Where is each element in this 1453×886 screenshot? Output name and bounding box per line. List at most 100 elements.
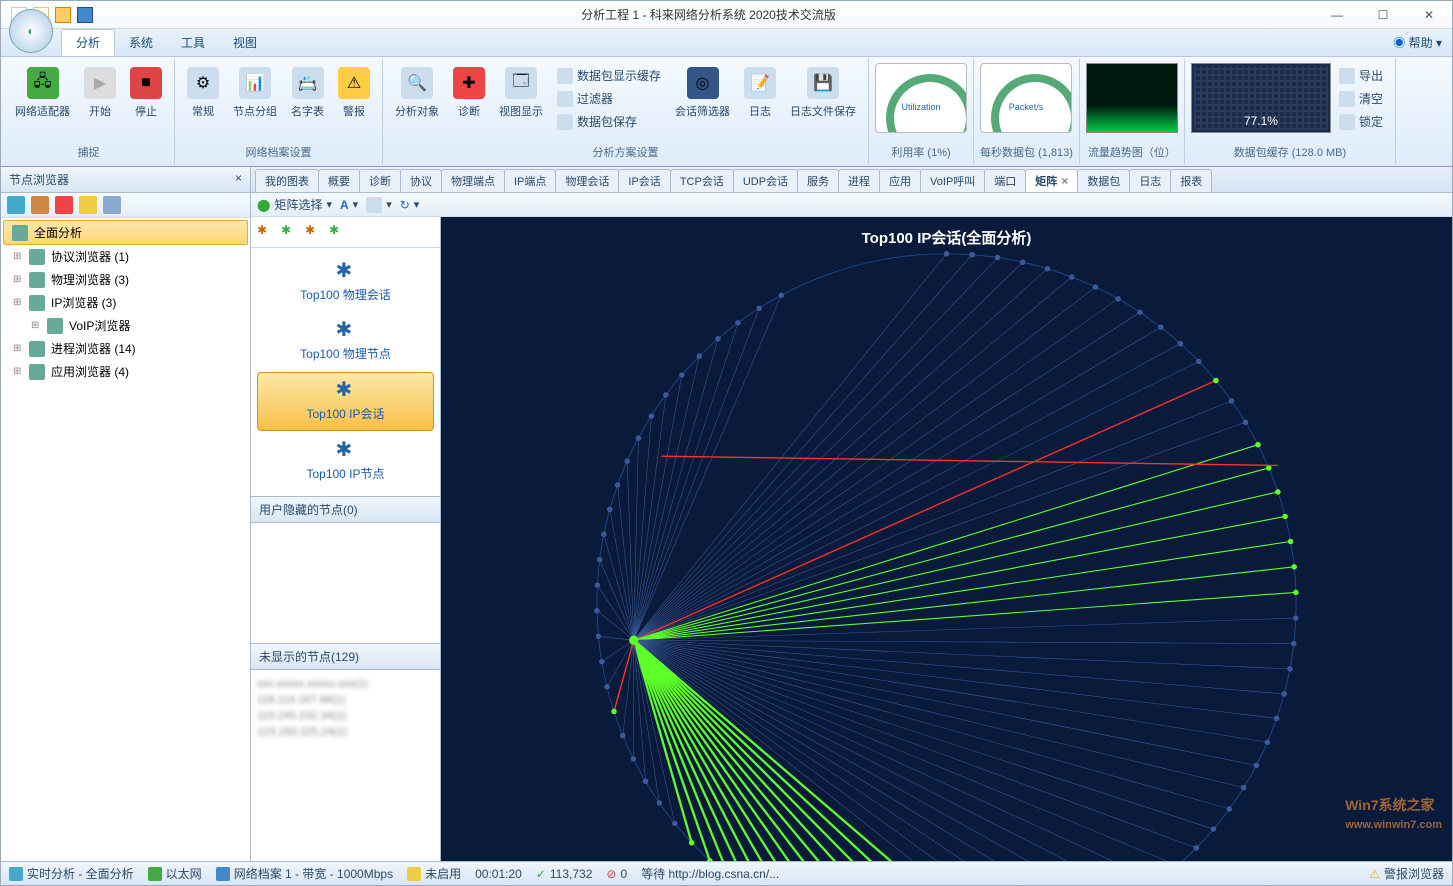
tree-node-3[interactable]: ⊞IP浏览器 (3) (3, 291, 248, 314)
status-alarm[interactable]: ⚠警报浏览器 (1369, 865, 1444, 882)
tb-icon-1[interactable] (7, 196, 25, 214)
tree-node-2[interactable]: ⊞物理浏览器 (3) (3, 268, 248, 291)
tb-icon-3[interactable] (55, 196, 73, 214)
log-save-button[interactable]: 💾日志文件保存 (784, 63, 862, 142)
tab-2[interactable]: 诊断 (359, 169, 401, 192)
tab-11[interactable]: 进程 (838, 169, 880, 192)
clear-button[interactable]: 清空 (1335, 88, 1387, 109)
tab-6[interactable]: 物理会话 (555, 169, 619, 192)
font-button[interactable]: A▾ (340, 198, 358, 212)
tree-node-4[interactable]: ⊞VoIP浏览器 (3, 314, 248, 337)
ribbon-group-profile: 网络档案设置 (181, 142, 376, 160)
sidebar-close-icon[interactable]: × (235, 171, 242, 188)
stop-button[interactable]: ■停止 (124, 63, 168, 142)
help-link[interactable]: ◉ 帮助 ▾ (1393, 34, 1452, 51)
tool-button[interactable]: ▾ (366, 197, 392, 213)
mnav-icon-4[interactable]: ✱ (329, 223, 347, 241)
status-realtime[interactable]: 实时分析 - 全面分析 (9, 865, 134, 882)
ribbon-group-scheme: 分析方案设置 (389, 142, 862, 160)
tab-1[interactable]: 概要 (318, 169, 360, 192)
tab-9[interactable]: UDP会话 (733, 169, 798, 192)
matrix-visualization[interactable]: Top100 IP会话(全面分析) Win7系统之家www.winwin7.co… (441, 217, 1452, 861)
tab-14[interactable]: 端口 (984, 169, 1026, 192)
general-button[interactable]: ⚙常规 (181, 63, 225, 142)
sidebar: 节点浏览器× 全面分析⊞协议浏览器 (1)⊞物理浏览器 (3)⊞IP浏览器 (3… (1, 167, 251, 861)
qa-folder-icon[interactable] (55, 7, 71, 23)
refresh-button[interactable]: ↻▾ (400, 198, 420, 212)
status-timer: 00:01:20 (475, 867, 522, 881)
tab-17[interactable]: 日志 (1129, 169, 1171, 192)
tab-8[interactable]: TCP会话 (670, 169, 734, 192)
traffic-chart[interactable] (1086, 63, 1178, 133)
analysis-object-button[interactable]: 🔍分析对象 (389, 63, 445, 142)
gauge-util-label: 利用率 (1%) (875, 142, 967, 160)
hidden-nodes-header[interactable]: 用户隐藏的节点(0) (251, 497, 440, 523)
status-profile[interactable]: 网络档案 1 - 带宽 - 1000Mbps (216, 865, 393, 882)
menu-tab-tools[interactable]: 工具 (167, 30, 219, 55)
filter-button[interactable]: 过滤器 (553, 88, 665, 109)
tree-node-6[interactable]: ⊞应用浏览器 (4) (3, 360, 248, 383)
tb-icon-4[interactable] (79, 196, 97, 214)
packet-save-button[interactable]: 数据包保存 (553, 111, 665, 132)
matrix-item-3[interactable]: Top100 IP节点 (257, 433, 434, 490)
mnav-icon-3[interactable]: ✱ (305, 223, 323, 241)
tab-0[interactable]: 我的图表 (255, 169, 319, 192)
matrix-item-1[interactable]: Top100 物理节点 (257, 313, 434, 370)
tab-5[interactable]: IP端点 (504, 169, 556, 192)
status-filter[interactable]: 未启用 (407, 865, 461, 882)
log-button[interactable]: 📝日志 (738, 63, 782, 142)
tab-4[interactable]: 物理端点 (441, 169, 505, 192)
packets-gauge[interactable]: Packet/s (980, 63, 1072, 133)
session-filter-button[interactable]: ◎会话筛选器 (669, 63, 736, 142)
viz-title: Top100 IP会话(全面分析) (441, 227, 1452, 248)
matrix-item-0[interactable]: Top100 物理会话 (257, 254, 434, 311)
menu-tab-analysis[interactable]: 分析 (61, 29, 115, 56)
mnav-icon-1[interactable]: ✱ (257, 223, 275, 241)
matrix-select-button[interactable]: ⬤矩阵选择 ▾ (257, 196, 332, 213)
main-tabs: 我的图表概要诊断协议物理端点IP端点物理会话IP会话TCP会话UDP会话服务进程… (251, 167, 1452, 193)
utilization-gauge[interactable]: Utilization (875, 63, 967, 133)
lock-button[interactable]: 锁定 (1335, 111, 1387, 132)
tree-node-5[interactable]: ⊞进程浏览器 (14) (3, 337, 248, 360)
sub-toolbar: ⬤矩阵选择 ▾ A▾ ▾ ↻▾ (251, 193, 1452, 217)
maximize-button[interactable]: ☐ (1360, 1, 1406, 29)
mnav-icon-2[interactable]: ✱ (281, 223, 299, 241)
statusbar: 实时分析 - 全面分析 以太网 网络档案 1 - 带宽 - 1000Mbps 未… (1, 861, 1452, 885)
buffer-meter[interactable]: 77.1% (1191, 63, 1331, 133)
menubar: ◐ 分析 系统 工具 视图 ◉ 帮助 ▾ (1, 29, 1452, 57)
app-logo-icon[interactable]: ◐ (9, 9, 53, 53)
menu-tab-view[interactable]: 视图 (219, 30, 271, 55)
nodegroup-button[interactable]: 📊节点分组 (227, 63, 283, 142)
view-display-button[interactable]: 🗔视图显示 (493, 63, 549, 142)
export-button[interactable]: 导出 (1335, 65, 1387, 86)
status-ethernet[interactable]: 以太网 (148, 865, 202, 882)
matrix-item-2[interactable]: Top100 IP会话 (257, 372, 434, 431)
tb-icon-2[interactable] (31, 196, 49, 214)
tab-18[interactable]: 报表 (1170, 169, 1212, 192)
tb-icon-5[interactable] (103, 196, 121, 214)
alarm-button[interactable]: ⚠警报 (332, 63, 376, 142)
tab-12[interactable]: 应用 (879, 169, 921, 192)
tab-16[interactable]: 数据包 (1077, 169, 1130, 192)
tab-15[interactable]: 矩阵× (1025, 169, 1078, 192)
tree-node-0[interactable]: 全面分析 (3, 220, 248, 245)
close-button[interactable]: ✕ (1406, 1, 1452, 29)
matrix-svg (441, 217, 1452, 861)
menu-tab-system[interactable]: 系统 (115, 30, 167, 55)
diagnosis-button[interactable]: ✚诊断 (447, 63, 491, 142)
start-button[interactable]: ▶开始 (78, 63, 122, 142)
adapter-button[interactable]: 🖧网络适配器 (9, 63, 76, 142)
tab-10[interactable]: 服务 (797, 169, 839, 192)
tree-node-1[interactable]: ⊞协议浏览器 (1) (3, 245, 248, 268)
tab-3[interactable]: 协议 (400, 169, 442, 192)
tab-13[interactable]: VoIP呼叫 (920, 169, 985, 192)
ribbon: 🖧网络适配器 ▶开始 ■停止 捕捉 ⚙常规 📊节点分组 📇名字表 ⚠警报 网络档… (1, 57, 1452, 167)
minimize-button[interactable]: — (1314, 1, 1360, 29)
nametable-button[interactable]: 📇名字表 (285, 63, 330, 142)
packet-buffer-button[interactable]: 数据包显示缓存 (553, 65, 665, 86)
tab-7[interactable]: IP会话 (618, 169, 670, 192)
qa-save-icon[interactable] (77, 7, 93, 23)
status-waiting: 等待 http://blog.csna.cn/... (641, 865, 779, 882)
status-packets: ✓113,732 (536, 867, 593, 881)
notshown-nodes-header[interactable]: 未显示的节点(129) (251, 644, 440, 670)
